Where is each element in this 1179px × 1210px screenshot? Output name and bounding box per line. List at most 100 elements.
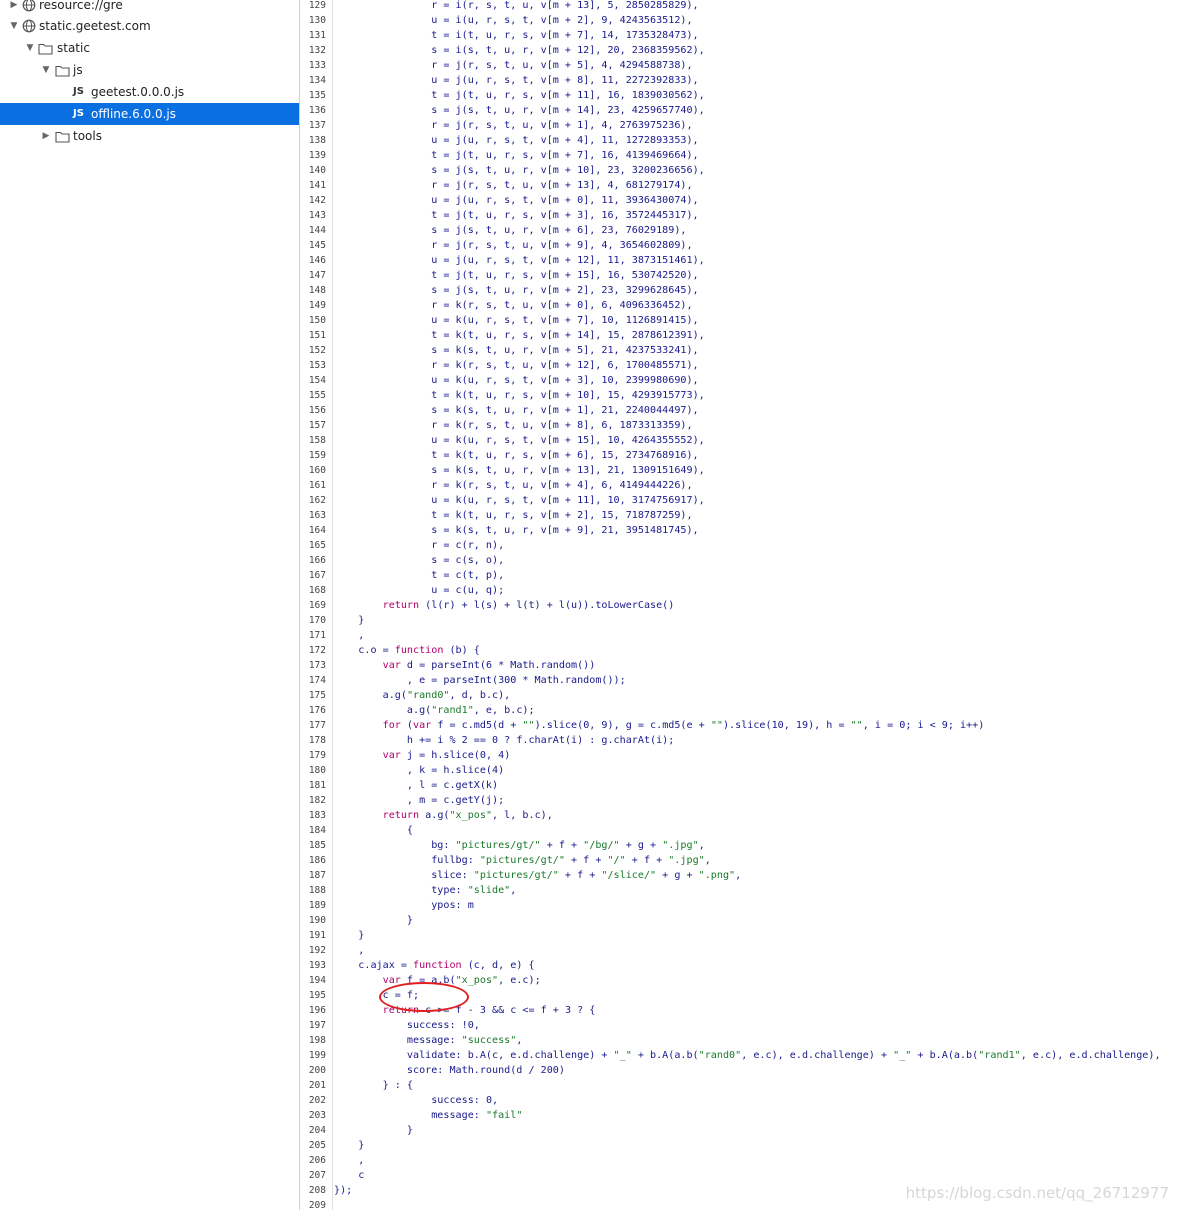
code-line: , l = c.getX(k)	[334, 780, 499, 791]
code-line: for (var f = c.md5(d + "").slice(0, 9), …	[382, 720, 985, 731]
folder-icon	[55, 128, 71, 144]
folder-icon	[55, 62, 71, 78]
chevron-down-icon[interactable]: ▼	[8, 15, 20, 37]
code-line: }	[334, 1140, 365, 1151]
code-line: validate: b.A(c, e.d.challenge) + "_" + …	[334, 1050, 1161, 1061]
code-line: , m = c.getY(j);	[334, 795, 505, 806]
line-number: 162	[308, 495, 326, 506]
code-line: s = j(s, t, u, r, v[m + 6], 23, 76029189…	[334, 225, 687, 236]
code-line: u = k(u, r, s, t, v[m + 15], 10, 4264355…	[334, 435, 705, 446]
line-number: 188	[308, 885, 326, 896]
file-tree-sidebar: ▶ resource://gre ▼ static.geetest.com ▼ stati…	[0, 0, 300, 1210]
line-number: 195	[308, 990, 326, 1001]
code-line: r = k(r, s, t, u, v[m + 0], 6, 409633645…	[334, 300, 693, 311]
line-number: 158	[308, 435, 326, 446]
line-number: 154	[308, 375, 326, 386]
tree-item-geetest-0-0-0-js[interactable]: JS geetest.0.0.0.js	[0, 81, 299, 103]
code-line: t = j(t, u, r, s, v[m + 7], 16, 41394696…	[334, 150, 699, 161]
code-line: ,	[334, 1155, 365, 1166]
line-number: 184	[308, 825, 326, 836]
line-number: 201	[308, 1080, 326, 1091]
line-number: 198	[308, 1035, 326, 1046]
line-number: 151	[308, 330, 326, 341]
line-number: 196	[308, 1005, 326, 1016]
line-number: 132	[308, 45, 326, 56]
line-number: 187	[308, 870, 326, 881]
line-number: 147	[308, 270, 326, 281]
code-line: t = k(t, u, r, s, v[m + 10], 15, 4293915…	[334, 390, 705, 401]
line-number: 174	[308, 675, 326, 686]
line-number: 172	[308, 645, 326, 656]
line-number: 138	[308, 135, 326, 146]
code-line: success: 0,	[334, 1095, 499, 1106]
js-file-icon: JS	[73, 108, 84, 119]
chevron-down-icon[interactable]: ▼	[40, 59, 52, 81]
line-number: 169	[308, 600, 326, 611]
line-number: 150	[308, 315, 326, 326]
line-number: 140	[308, 165, 326, 176]
code-line: r = j(r, s, t, u, v[m + 9], 4, 365460280…	[334, 240, 693, 251]
line-number: 133	[308, 60, 326, 71]
code-line: u = k(u, r, s, t, v[m + 3], 10, 23999806…	[334, 375, 699, 386]
code-line: r = k(r, s, t, u, v[m + 4], 6, 414944422…	[334, 480, 693, 491]
code-line: t = c(t, p),	[334, 570, 505, 581]
tree-item-js[interactable]: ▼ js	[0, 59, 299, 81]
tree-item-static[interactable]: ▼ static	[0, 37, 299, 59]
code-line: return a.g("x_pos", l, b.c),	[382, 810, 553, 821]
code-line: s = c(s, o),	[334, 555, 505, 566]
code-line: t = j(t, u, r, s, v[m + 3], 16, 35724453…	[334, 210, 699, 221]
annotation-circle	[379, 982, 469, 1012]
line-number: 206	[308, 1155, 326, 1166]
code-line: bg: "pictures/gt/" + f + "/bg/" + g + ".…	[334, 840, 705, 851]
chevron-right-icon[interactable]: ▶	[40, 125, 52, 147]
code-line: r = j(r, s, t, u, v[m + 1], 4, 276397523…	[334, 120, 693, 131]
line-number: 166	[308, 555, 326, 566]
code-line: u = c(u, q);	[334, 585, 505, 596]
code-line: s = k(s, t, u, r, v[m + 13], 21, 1309151…	[334, 465, 705, 476]
watermark-text: https://blog.csdn.net/qq_26712977	[905, 1184, 1169, 1202]
line-number: 148	[308, 285, 326, 296]
tree-item-tools[interactable]: ▶ tools	[0, 125, 299, 147]
tree-item-label: resource://gre	[39, 0, 123, 12]
chevron-down-icon[interactable]: ▼	[24, 37, 36, 59]
code-line: u = k(u, r, s, t, v[m + 7], 10, 11268914…	[334, 315, 699, 326]
line-number: 207	[308, 1170, 326, 1181]
line-number: 176	[308, 705, 326, 716]
tree-item-label: js	[73, 63, 83, 77]
code-line: }	[334, 930, 365, 941]
code-line: c.o = function (b) {	[334, 645, 480, 656]
code-line: ,	[334, 945, 365, 956]
line-number: 181	[308, 780, 326, 791]
tree-item-static-geetest-com[interactable]: ▼ static.geetest.com	[0, 15, 299, 37]
code-line: }	[334, 915, 414, 926]
code-line: s = k(s, t, u, r, v[m + 9], 21, 39514817…	[334, 525, 699, 536]
code-line: s = j(s, t, u, r, v[m + 10], 23, 3200236…	[334, 165, 705, 176]
code-line: r = j(r, s, t, u, v[m + 5], 4, 429458873…	[334, 60, 693, 71]
code-line: u = j(u, r, s, t, v[m + 12], 11, 3873151…	[334, 255, 705, 266]
line-number: 199	[308, 1050, 326, 1061]
tree-item-resource-gre[interactable]: ▶ resource://gre	[0, 0, 299, 16]
code-line: a.g("rand0", d, b.c),	[334, 690, 511, 701]
line-number: 137	[308, 120, 326, 131]
tree-item-offline-6-0-0-js[interactable]: JS offline.6.0.0.js	[0, 103, 299, 125]
tree-item-label: tools	[73, 129, 102, 143]
line-number: 142	[308, 195, 326, 206]
code-line: r = j(r, s, t, u, v[m + 13], 4, 68127917…	[334, 180, 693, 191]
line-number: 157	[308, 420, 326, 431]
line-number: 149	[308, 300, 326, 311]
code-line: a.g("rand1", e, b.c);	[334, 705, 535, 716]
line-number: 194	[308, 975, 326, 986]
code-line: u = k(u, r, s, t, v[m + 11], 10, 3174756…	[334, 495, 705, 506]
code-line: score: Math.round(d / 200)	[334, 1065, 565, 1076]
code-line: s = i(s, t, u, r, v[m + 12], 20, 2368359…	[334, 45, 705, 56]
code-line: h += i % 2 == 0 ? f.charAt(i) : g.charAt…	[334, 735, 675, 746]
code-editor[interactable]: 129 130 131 132 133 134 135 136 137 138 139 140 141 1…	[300, 0, 1179, 1210]
line-number: 146	[308, 255, 326, 266]
line-number: 204	[308, 1125, 326, 1136]
code-line: t = j(t, u, r, s, v[m + 11], 16, 1839030…	[334, 90, 705, 101]
line-number: 190	[308, 915, 326, 926]
line-number: 192	[308, 945, 326, 956]
code-line: , k = h.slice(4)	[334, 765, 505, 776]
chevron-right-icon[interactable]: ▶	[8, 0, 20, 16]
line-number: 193	[308, 960, 326, 971]
